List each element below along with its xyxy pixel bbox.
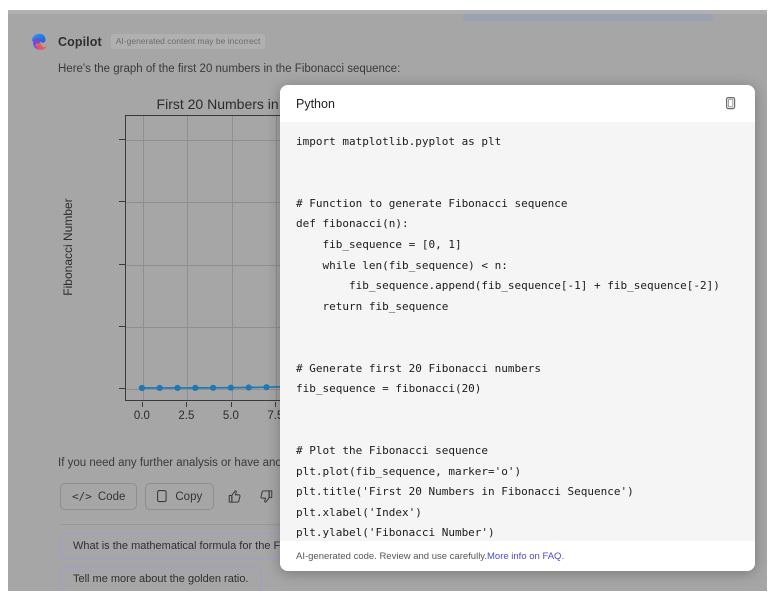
code-brackets-icon: </>	[72, 490, 92, 503]
faq-link[interactable]: More info on FAQ.	[487, 551, 564, 562]
thumbs-down-icon	[260, 490, 272, 503]
copy-button[interactable]: Copy	[145, 483, 215, 510]
chart-data-point	[227, 384, 234, 391]
chart-y-tick-mark	[119, 325, 125, 327]
chart-data-point	[156, 384, 163, 392]
message-outro-text: If you need any further analysis or have…	[58, 457, 302, 469]
chart-data-point	[174, 384, 181, 392]
chart-x-tick-mark	[275, 402, 277, 407]
code-button-label: Code	[97, 490, 126, 503]
message-intro-text: Here's the graph of the first 20 numbers…	[58, 63, 401, 75]
chart-y-tick-mark	[119, 139, 125, 141]
chart-y-tick-mark	[119, 201, 125, 203]
chart-x-tick-mark	[230, 402, 232, 407]
chart-y-tick-mark	[119, 388, 125, 389]
thumbs-up-button[interactable]	[222, 485, 246, 509]
copy-button-label: Copy	[175, 490, 203, 503]
top-partial-element	[463, 14, 713, 21]
chart-x-tick-label: 0.0	[133, 410, 150, 422]
chart-y-tick-mark	[119, 263, 125, 265]
copy-icon	[157, 489, 168, 502]
chart-data-point	[138, 384, 146, 392]
chart-x-tick-mark	[141, 402, 143, 407]
thumbs-up-icon	[228, 490, 241, 503]
screenshot-root: Copilot AI-generated content may be inco…	[0, 0, 775, 601]
code-copy-button[interactable]	[718, 92, 742, 116]
message-header: Copilot AI-generated content may be inco…	[30, 32, 266, 51]
chart-x-tick-label: 5.0	[222, 410, 239, 422]
message-author: Copilot	[58, 34, 102, 49]
thumbs-down-button[interactable]	[254, 485, 278, 509]
ai-disclaimer-badge: AI-generated content may be incorrect	[110, 34, 266, 49]
chart-x-tick-label: 2.5	[178, 410, 195, 422]
code-language-label: Python	[296, 96, 335, 111]
chart-data-point	[263, 384, 270, 391]
code-panel-footer: AI-generated code. Review and use carefu…	[280, 541, 755, 571]
code-panel-header: Python	[280, 85, 755, 122]
message-action-row: </> Code Copy	[60, 483, 310, 510]
copilot-logo-icon	[31, 33, 48, 50]
code-overlay-panel: Python import matplotlib.pyplot as plt #…	[280, 85, 755, 571]
code-button[interactable]: </> Code	[60, 483, 138, 510]
chart-data-point	[192, 384, 199, 391]
chart-y-axis-label: Fibonacci Number	[61, 198, 75, 296]
suggestion-chip[interactable]: Tell me more about the golden ratio.	[60, 566, 262, 591]
chart-data-point	[245, 384, 252, 391]
chart-data-point	[210, 384, 217, 391]
chart-x-tick-mark	[186, 402, 188, 407]
code-footer-text: AI-generated code. Review and use carefu…	[296, 550, 487, 562]
code-content[interactable]: import matplotlib.pyplot as plt # Functi…	[280, 122, 755, 541]
copy-icon	[725, 97, 735, 110]
